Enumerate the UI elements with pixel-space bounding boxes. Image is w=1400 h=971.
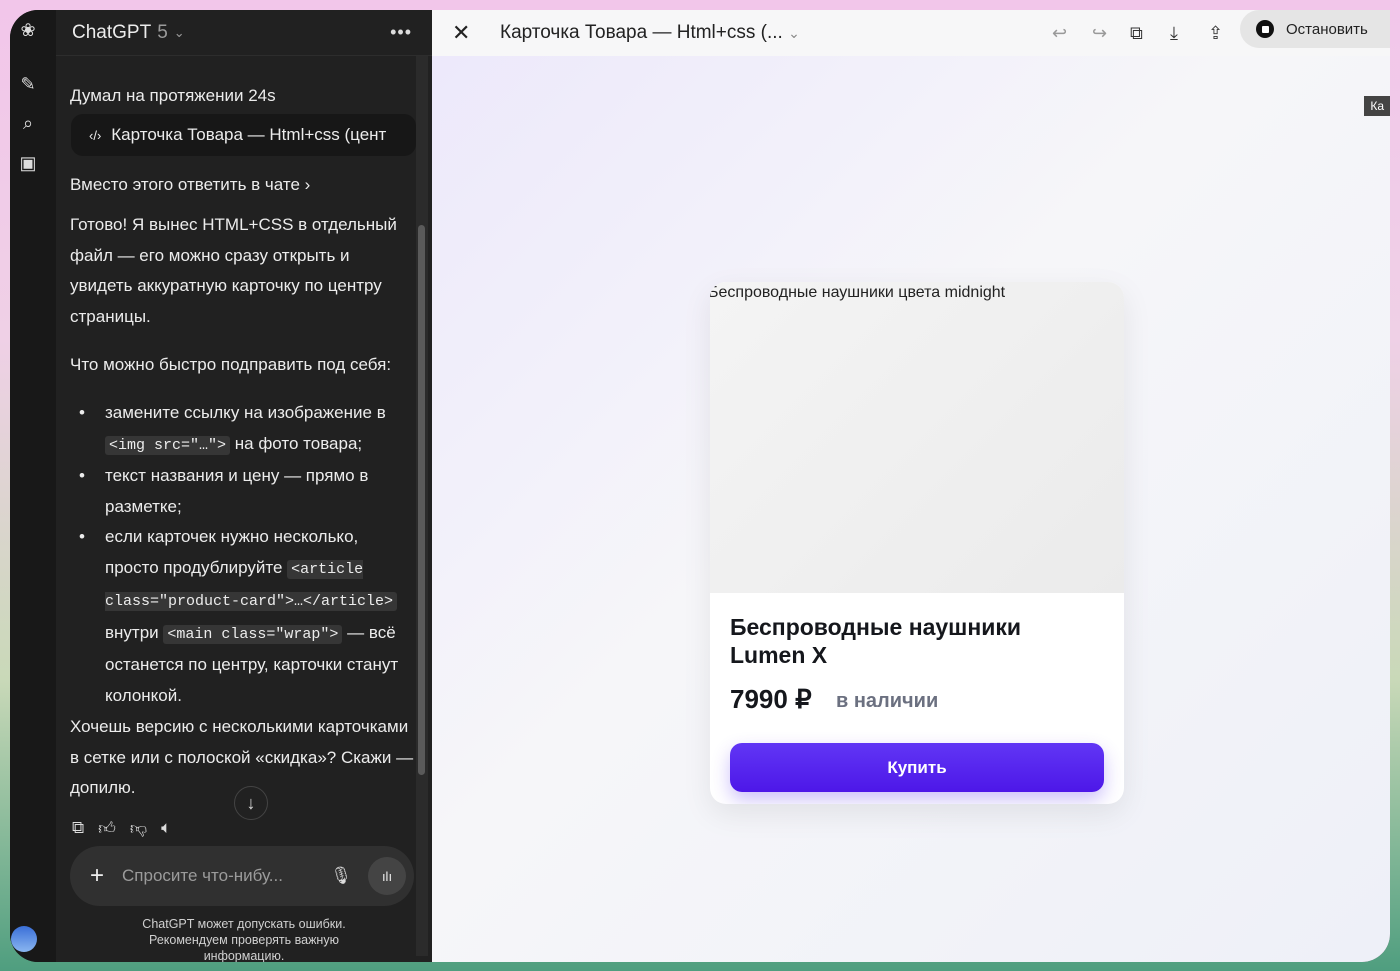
- reply-in-chat-link[interactable]: Вместо этого ответить в чате ›: [70, 170, 415, 201]
- new-chat-icon[interactable]: ✎: [14, 70, 42, 98]
- list-item: замените ссылку на изображение в <img sr…: [70, 398, 415, 461]
- stop-icon: [1256, 20, 1274, 38]
- model-selector[interactable]: ChatGPT 5 ⌄: [56, 10, 432, 56]
- sidebar-rail: ❀ ✎ ⌕ ▣: [10, 10, 56, 962]
- chevron-down-icon: ⌄: [788, 25, 800, 41]
- share-icon[interactable]: ⇪: [1208, 23, 1223, 44]
- read-aloud-icon[interactable]: 🔈︎: [161, 818, 171, 839]
- suggestion-list: замените ссылку на изображение в <img sr…: [70, 398, 415, 711]
- message-paragraph: Что можно быстро подправить под себя:: [70, 355, 392, 374]
- list-item: текст названия и цену — прямо в разметке…: [70, 461, 415, 522]
- input-placeholder: Спросите что-нибу...: [122, 866, 283, 885]
- model-name: ChatGPT: [72, 21, 152, 43]
- inline-code: <img src="…">: [105, 435, 231, 455]
- product-card: Беспроводные наушники цвета midnight Бес…: [710, 282, 1124, 804]
- product-image: Беспроводные наушники цвета midnight: [710, 282, 1124, 593]
- product-name: Беспроводные наушники Lumen X: [730, 614, 1022, 668]
- product-price: 7990 ₽: [730, 684, 812, 714]
- artifact-title: Карточка Товара — Html+css (цент: [111, 125, 387, 144]
- avatar[interactable]: [11, 926, 37, 952]
- chat-panel: ChatGPT 5 ⌄ ••• Думал на протяжении 24s ‹/…: [56, 10, 432, 962]
- tooltip: Ка: [1364, 96, 1390, 116]
- buy-button[interactable]: Купить: [730, 743, 1104, 792]
- copy-icon[interactable]: ⧉: [1130, 23, 1143, 44]
- plus-icon[interactable]: +: [90, 862, 104, 890]
- openai-logo-icon[interactable]: ❀: [14, 16, 42, 44]
- message-input[interactable]: + Спросите что-нибу... 🎙︎ ılı: [70, 846, 414, 906]
- thumbs-down-icon[interactable]: 👎︎: [130, 818, 147, 839]
- stock-status: в наличии: [836, 690, 939, 712]
- chevron-right-icon: ›: [304, 175, 311, 194]
- inline-code: <main class="wrap">: [163, 624, 343, 644]
- close-icon[interactable]: ✕: [452, 20, 470, 46]
- stop-button[interactable]: Остановить: [1240, 10, 1390, 48]
- voice-mode-button[interactable]: ılı: [368, 857, 406, 895]
- model-version: 5: [157, 21, 168, 43]
- download-icon[interactable]: ⤓: [1170, 23, 1178, 44]
- thumbs-up-icon[interactable]: 👍︎: [98, 818, 116, 839]
- artifact-link[interactable]: ‹/› Карточка Товара — Html+css (цент: [71, 114, 416, 156]
- disclaimer: ChatGPT может допускать ошибки. Рекоменд…: [142, 917, 346, 962]
- scrollbar-thumb[interactable]: [418, 225, 425, 775]
- list-item: если карточек нужно несколько, просто пр…: [70, 522, 415, 711]
- thought-duration[interactable]: Думал на протяжении 24s: [70, 81, 415, 112]
- chevron-down-icon: ⌄: [173, 24, 185, 40]
- canvas-panel: ✕ Карточка Товара — Html+css (... ⌄ ↩ ↪ …: [432, 10, 1390, 962]
- more-options-icon[interactable]: •••: [390, 22, 412, 43]
- message-paragraph: Готово! Я вынес HTML+CSS в отдельный фай…: [70, 215, 397, 326]
- canvas-title[interactable]: Карточка Товара — Html+css (... ⌄: [500, 22, 800, 44]
- code-icon: ‹/›: [89, 127, 102, 143]
- search-icon[interactable]: ⌕: [14, 109, 42, 137]
- scroll-down-button[interactable]: ↓: [234, 786, 268, 820]
- library-icon[interactable]: ▣: [14, 149, 42, 177]
- app-window: ❀ ✎ ⌕ ▣ ChatGPT 5 ⌄ ••• Думал на протяжени…: [10, 10, 1390, 962]
- undo-icon[interactable]: ↩: [1052, 23, 1067, 44]
- microphone-icon[interactable]: 🎙︎: [330, 866, 352, 886]
- image-alt-text: Беспроводные наушники цвета midnight: [710, 284, 1006, 301]
- redo-icon[interactable]: ↪: [1092, 23, 1107, 44]
- canvas-header: ✕ Карточка Товара — Html+css (... ⌄ ↩ ↪ …: [432, 10, 1390, 56]
- message-actions: ⧉ 👍︎ 👎︎ 🔈︎: [72, 818, 171, 839]
- copy-icon[interactable]: ⧉: [72, 818, 84, 839]
